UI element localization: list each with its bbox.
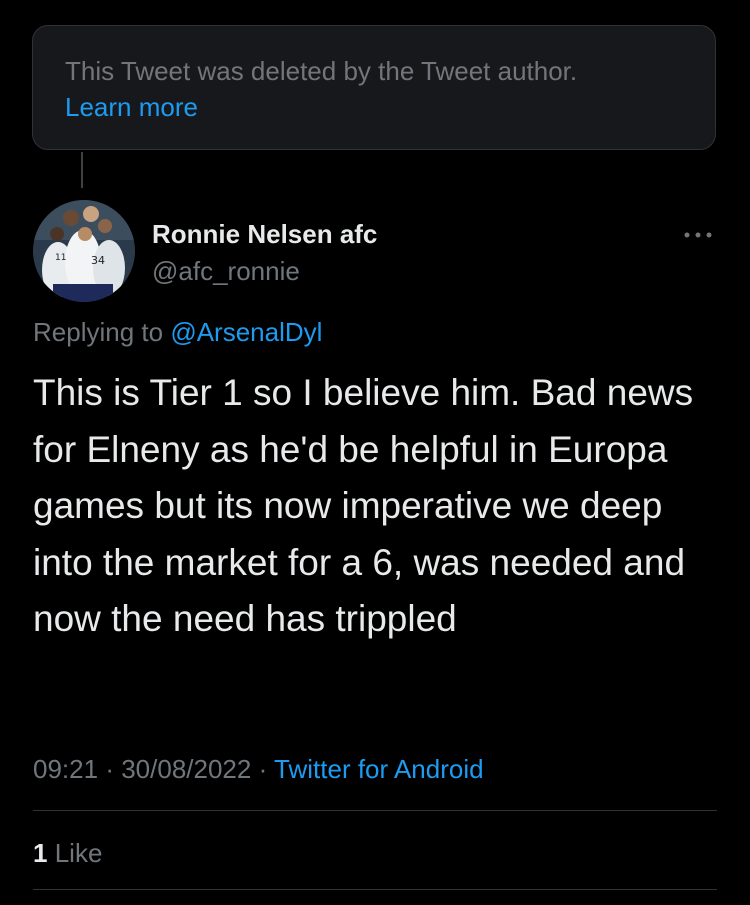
learn-more-link[interactable]: Learn more xyxy=(65,89,715,125)
author-handle[interactable]: @afc_ronnie xyxy=(152,254,300,288)
tweet-source-link[interactable]: Twitter for Android xyxy=(274,754,484,784)
reply-context: Replying to @ArsenalDyl xyxy=(33,314,322,350)
tweet-time[interactable]: 09:21 xyxy=(33,754,98,784)
tweet-date[interactable]: 30/08/2022 xyxy=(121,754,251,784)
replying-to-label: Replying to xyxy=(33,317,164,347)
tweet-metadata: 09:21 · 30/08/2022 · Twitter for Android xyxy=(33,751,484,787)
more-options-button[interactable] xyxy=(680,222,716,248)
avatar-photo-icon: 34 11 xyxy=(33,200,135,302)
divider xyxy=(33,889,717,890)
likes-count[interactable]: 1 Like xyxy=(33,835,102,871)
divider xyxy=(33,810,717,811)
deleted-tweet-text: This Tweet was deleted by the Tweet auth… xyxy=(65,56,578,86)
svg-text:34: 34 xyxy=(91,254,105,267)
author-display-name[interactable]: Ronnie Nelsen afc xyxy=(152,217,377,251)
like-label: Like xyxy=(54,838,103,868)
separator-dot: · xyxy=(258,754,268,784)
separator-dot: · xyxy=(105,754,114,784)
deleted-tweet-notice: This Tweet was deleted by the Tweet auth… xyxy=(32,25,716,150)
more-horizontal-icon xyxy=(684,232,712,238)
like-count-number: 1 xyxy=(33,838,48,868)
svg-text:11: 11 xyxy=(55,253,66,263)
reply-mention-link[interactable]: @ArsenalDyl xyxy=(170,317,322,347)
tweet-text: This is Tier 1 so I believe him. Bad new… xyxy=(33,372,694,639)
thread-connector-line xyxy=(81,152,83,188)
avatar[interactable]: 34 11 xyxy=(33,200,135,302)
